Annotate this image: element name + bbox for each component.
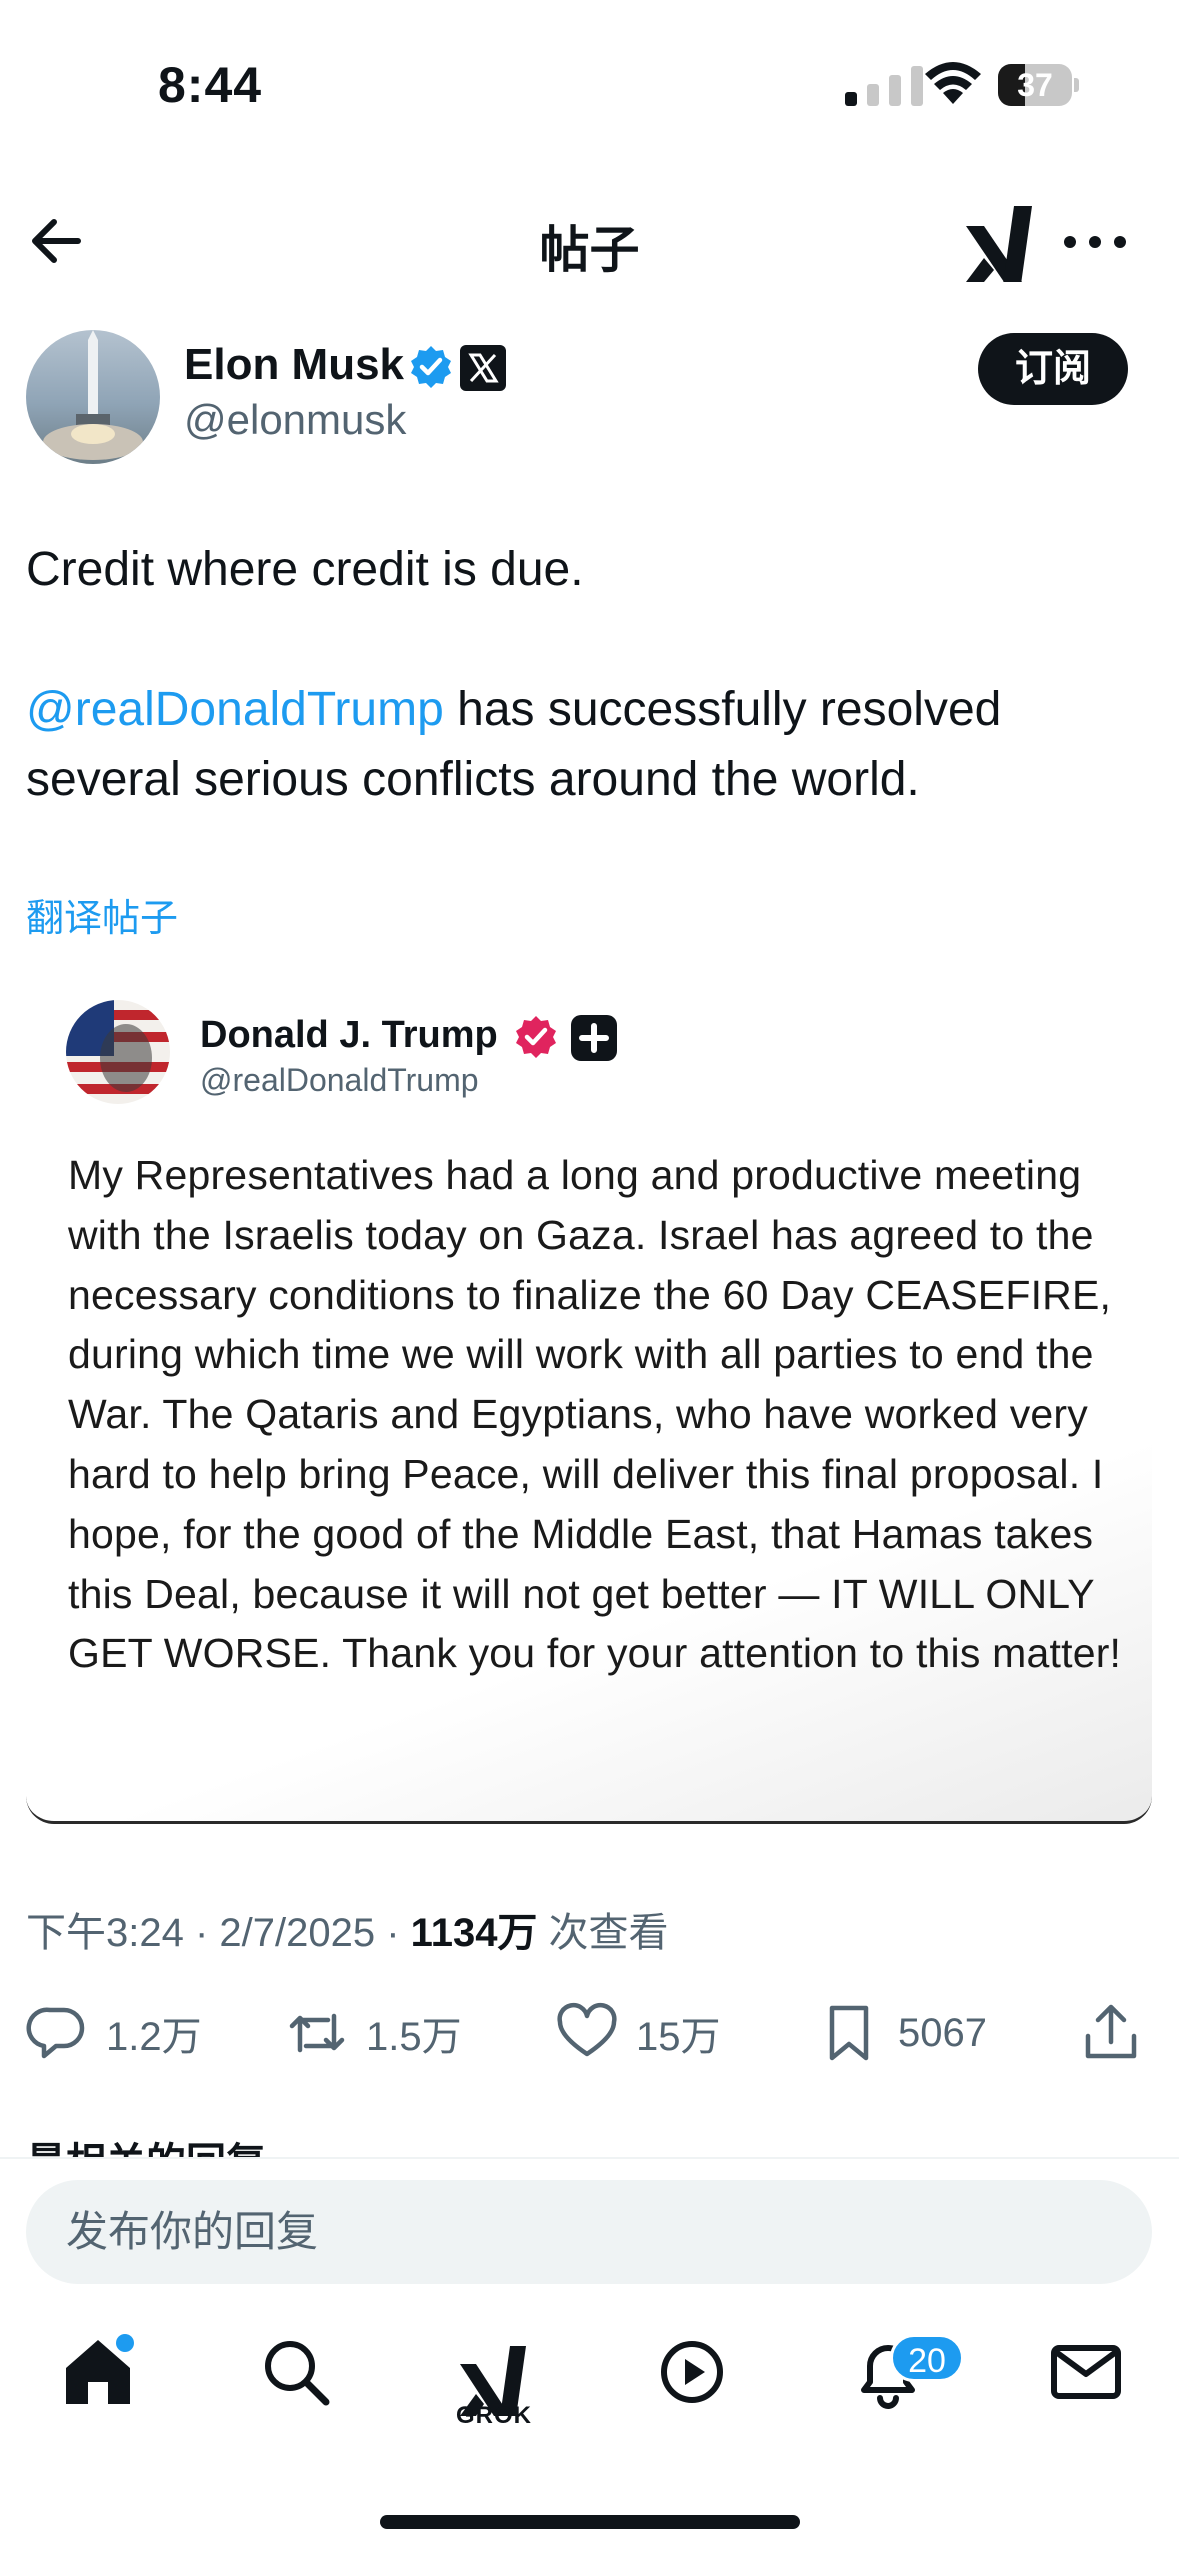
reply-input[interactable]: 发布你的回复	[26, 2180, 1152, 2284]
mention-link[interactable]: @realDonaldTrump	[26, 683, 444, 736]
embedded-author-name: Donald J. Trump	[200, 1014, 498, 1056]
home-unread-dot	[116, 2334, 134, 2352]
like-button[interactable]: 15万	[556, 1998, 721, 2068]
heart-icon	[557, 2002, 617, 2057]
author-handle[interactable]: @elonmusk	[184, 396, 406, 444]
reply-button[interactable]: 1.2万	[26, 1998, 202, 2068]
embedded-post-image[interactable]: Donald J. Trump @realDonaldTrump My Repr…	[26, 962, 1152, 1824]
bookmark-button[interactable]: 5067	[818, 1998, 987, 2068]
cellular-signal-icon	[845, 66, 923, 106]
notifications-badge: 20	[890, 2334, 964, 2382]
share-button[interactable]	[1080, 1998, 1142, 2068]
repost-icon	[289, 2013, 345, 2053]
more-options-icon[interactable]	[1060, 222, 1130, 262]
wifi-icon	[925, 62, 981, 104]
repost-count: 1.5万	[366, 2015, 462, 2059]
video-play-icon[interactable]	[652, 2332, 732, 2412]
post-time: 下午3:24	[26, 1911, 184, 1955]
bookmark-icon	[829, 2005, 869, 2061]
search-icon[interactable]	[256, 2332, 336, 2412]
grok-xai-icon[interactable]	[962, 206, 1034, 282]
home-indicator[interactable]	[380, 2515, 800, 2529]
replies-sort-toggle[interactable]: 最相关的回复 ⌄	[26, 2130, 311, 2158]
views-label: 次查看	[537, 1911, 669, 1955]
share-icon	[1085, 2004, 1137, 2059]
author-avatar[interactable]	[26, 330, 160, 464]
tweet-text-paragraph: @realDonaldTrump has successfully resolv…	[26, 675, 1146, 815]
divider	[0, 2157, 1179, 2159]
verified-badge-icon	[516, 1016, 556, 1058]
plus-badge-icon	[571, 1015, 617, 1061]
translate-post-link[interactable]: 翻译帖子	[26, 887, 178, 942]
flag-portrait-icon	[66, 1000, 170, 1104]
subscribe-button[interactable]: 订阅	[978, 333, 1128, 405]
x-affiliation-icon	[460, 345, 506, 391]
embedded-author-avatar	[66, 1000, 170, 1104]
like-count: 15万	[636, 2015, 721, 2059]
reply-icon	[26, 2007, 85, 2059]
status-time: 8:44	[158, 57, 263, 113]
reply-count: 1.2万	[106, 2015, 202, 2059]
repost-button[interactable]: 1.5万	[286, 1998, 462, 2068]
battery-level: 37	[1017, 67, 1053, 103]
bookmark-count: 5067	[898, 2010, 987, 2055]
embedded-post-text: My Representatives had a long and produc…	[68, 1152, 1122, 1677]
grok-label: GROK	[456, 2402, 532, 2429]
views-count[interactable]: 1134万	[411, 1911, 538, 1955]
messages-mail-icon[interactable]	[1046, 2332, 1126, 2412]
battery-icon: 37	[998, 64, 1080, 106]
verified-badge-icon	[411, 346, 451, 388]
embedded-author-handle: @realDonaldTrump	[200, 1062, 479, 1098]
rocket-icon	[43, 330, 143, 460]
post-date: 2/7/2025	[219, 1911, 376, 1955]
tweet-text-line: Credit where credit is due.	[26, 543, 584, 596]
post-meta: 下午3:24 · 2/7/2025 · 1134万 次查看	[26, 1911, 669, 1955]
author-name[interactable]: Elon Musk	[184, 340, 404, 390]
